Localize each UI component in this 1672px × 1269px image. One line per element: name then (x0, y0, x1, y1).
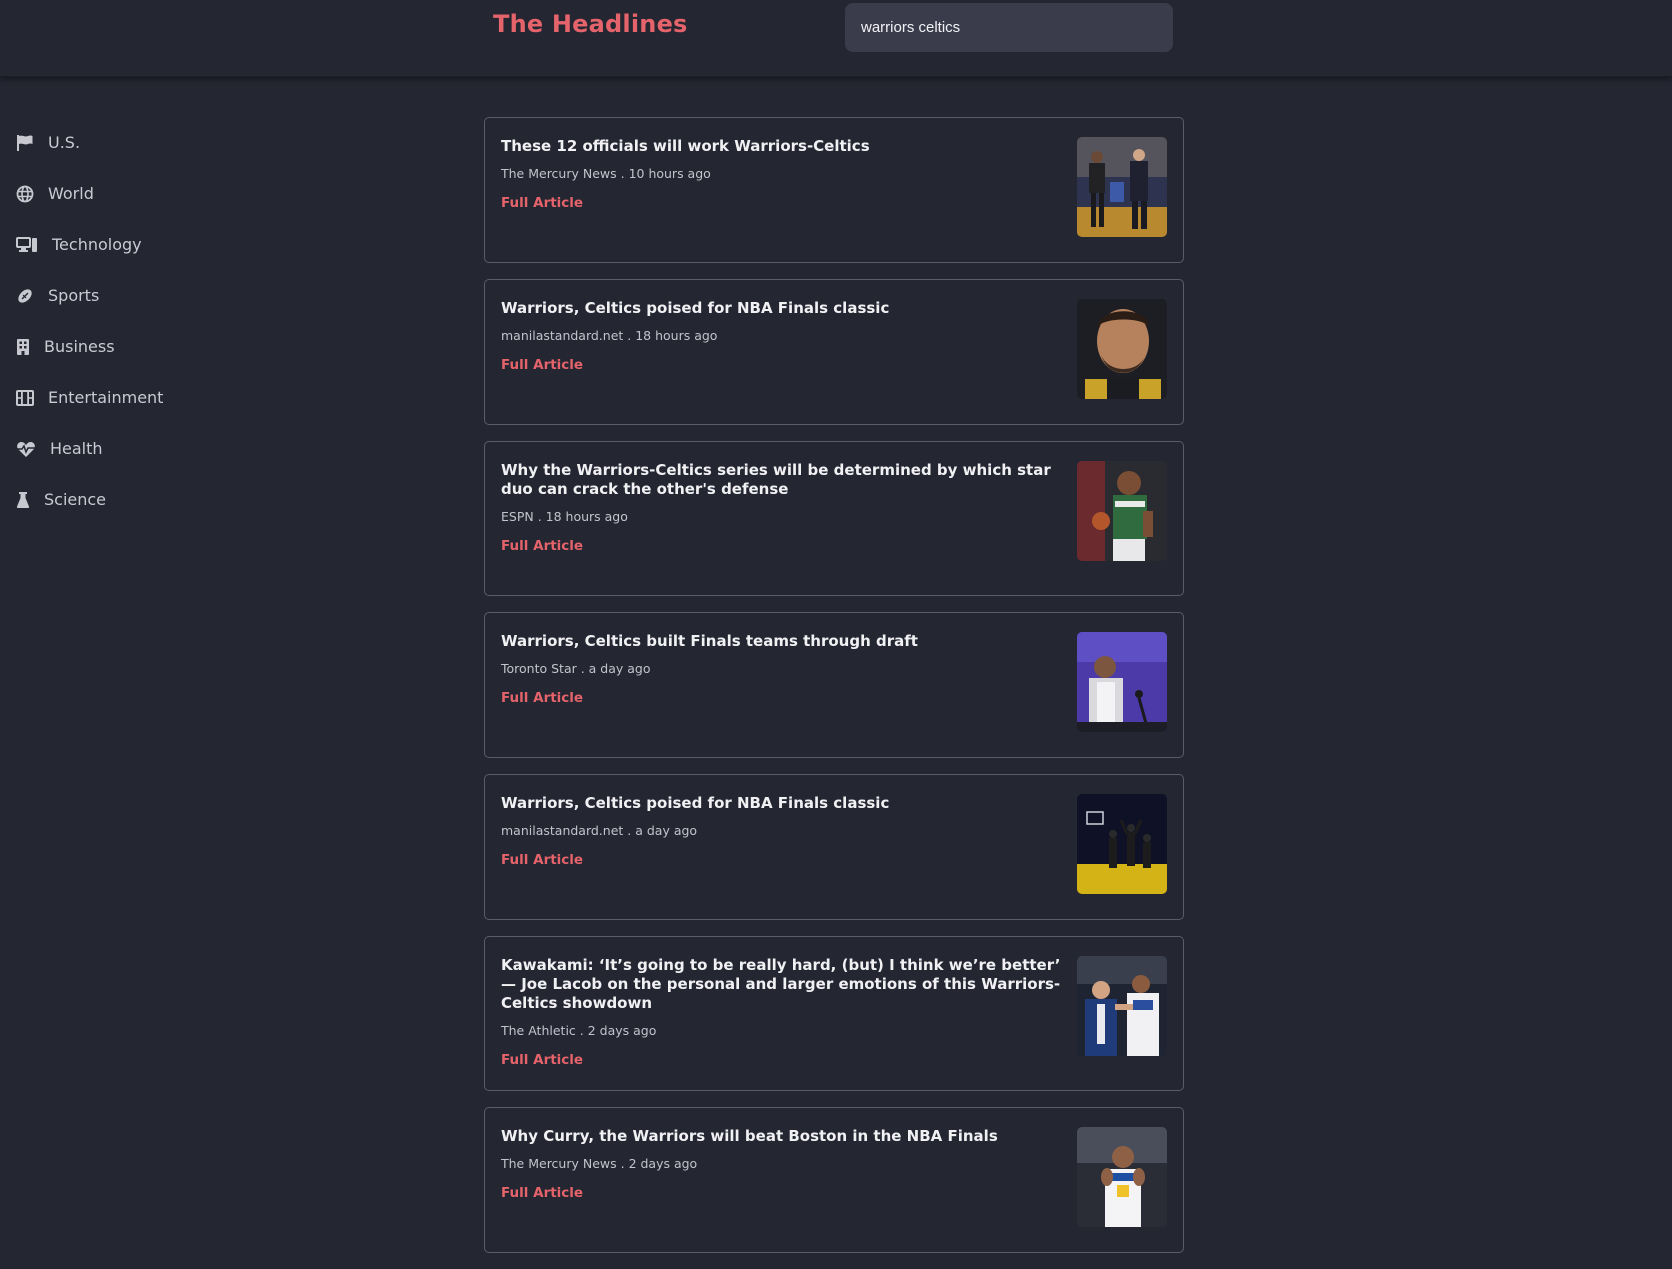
article-title[interactable]: Kawakami: ‘It’s going to be really hard,… (501, 956, 1061, 1013)
top-header: The Headlines (0, 0, 1672, 77)
flag-icon (16, 134, 34, 152)
full-article-link[interactable]: Full Article (501, 357, 583, 373)
sidebar-item-label: Entertainment (48, 388, 164, 407)
article-card: Warriors, Celtics poised for NBA Finals … (484, 774, 1184, 920)
full-article-link[interactable]: Full Article (501, 690, 583, 706)
article-card: Warriors, Celtics built Finals teams thr… (484, 612, 1184, 758)
article-thumbnail[interactable] (1077, 794, 1167, 894)
full-article-link[interactable]: Full Article (501, 1052, 583, 1068)
article-body: Warriors, Celtics poised for NBA Finals … (501, 794, 1061, 868)
article-body: These 12 officials will work Warriors-Ce… (501, 137, 1061, 211)
article-title[interactable]: These 12 officials will work Warriors-Ce… (501, 137, 1061, 156)
article-body: Why Curry, the Warriors will beat Boston… (501, 1127, 1061, 1201)
article-meta: ESPN . 18 hours ago (501, 509, 628, 524)
article-meta: The Mercury News . 2 days ago (501, 1156, 698, 1171)
article-body: Why the Warriors-Celtics series will be … (501, 461, 1061, 554)
film-icon (16, 389, 34, 407)
sidebar-item-technology[interactable]: Technology (0, 219, 300, 270)
sidebar-item-label: U.S. (48, 133, 81, 152)
article-card: These 12 officials will work Warriors-Ce… (484, 117, 1184, 263)
article-thumbnail[interactable] (1077, 137, 1167, 237)
article-meta: The Athletic . 2 days ago (501, 1023, 657, 1038)
article-thumbnail[interactable] (1077, 632, 1167, 732)
sidebar-item-label: Health (50, 439, 103, 458)
full-article-link[interactable]: Full Article (501, 538, 583, 554)
article-card: Why the Warriors-Celtics series will be … (484, 441, 1184, 596)
sidebar-item-business[interactable]: Business (0, 321, 300, 372)
sidebar-item-science[interactable]: Science (0, 474, 300, 525)
article-thumbnail[interactable] (1077, 1127, 1167, 1227)
full-article-link[interactable]: Full Article (501, 195, 583, 211)
article-title[interactable]: Warriors, Celtics poised for NBA Finals … (501, 794, 1061, 813)
article-meta: manilastandard.net . 18 hours ago (501, 328, 718, 343)
full-article-link[interactable]: Full Article (501, 1185, 583, 1201)
sidebar-item-world[interactable]: World (0, 168, 300, 219)
article-card: Kawakami: ‘It’s going to be really hard,… (484, 936, 1184, 1091)
article-meta: Toronto Star . a day ago (501, 661, 651, 676)
article-thumbnail[interactable] (1077, 956, 1167, 1056)
article-body: Warriors, Celtics built Finals teams thr… (501, 632, 1061, 706)
search-box[interactable] (845, 3, 1173, 52)
sidebar-item-label: Science (44, 490, 107, 509)
article-title[interactable]: Why the Warriors-Celtics series will be … (501, 461, 1061, 499)
sidebar-item-label: Sports (48, 286, 100, 305)
computer-icon (16, 236, 38, 254)
article-title[interactable]: Warriors, Celtics poised for NBA Finals … (501, 299, 1061, 318)
site-title[interactable]: The Headlines (493, 10, 688, 38)
article-thumbnail[interactable] (1077, 299, 1167, 399)
category-sidebar: U.S. World Technology Sports Business En… (0, 117, 300, 525)
article-title[interactable]: Warriors, Celtics built Finals teams thr… (501, 632, 1061, 651)
sidebar-item-label: Technology (52, 235, 142, 254)
article-thumbnail[interactable] (1077, 461, 1167, 561)
building-icon (16, 338, 30, 356)
globe-icon (16, 185, 34, 203)
article-body: Warriors, Celtics poised for NBA Finals … (501, 299, 1061, 373)
article-title[interactable]: Why Curry, the Warriors will beat Boston… (501, 1127, 1061, 1146)
sidebar-item-sports[interactable]: Sports (0, 270, 300, 321)
sidebar-item-label: World (48, 184, 94, 203)
article-card: Why Curry, the Warriors will beat Boston… (484, 1107, 1184, 1253)
article-meta: manilastandard.net . a day ago (501, 823, 698, 838)
article-body: Kawakami: ‘It’s going to be really hard,… (501, 956, 1061, 1068)
full-article-link[interactable]: Full Article (501, 852, 583, 868)
sidebar-item-us[interactable]: U.S. (0, 117, 300, 168)
sidebar-item-health[interactable]: Health (0, 423, 300, 474)
heartbeat-icon (16, 440, 36, 458)
sidebar-item-label: Business (44, 337, 115, 356)
article-meta: The Mercury News . 10 hours ago (501, 166, 711, 181)
flask-icon (16, 491, 30, 509)
search-input[interactable] (859, 18, 1159, 37)
sidebar-item-entertainment[interactable]: Entertainment (0, 372, 300, 423)
article-feed: These 12 officials will work Warriors-Ce… (484, 117, 1184, 1269)
football-icon (16, 287, 34, 305)
article-card: Warriors, Celtics poised for NBA Finals … (484, 279, 1184, 425)
